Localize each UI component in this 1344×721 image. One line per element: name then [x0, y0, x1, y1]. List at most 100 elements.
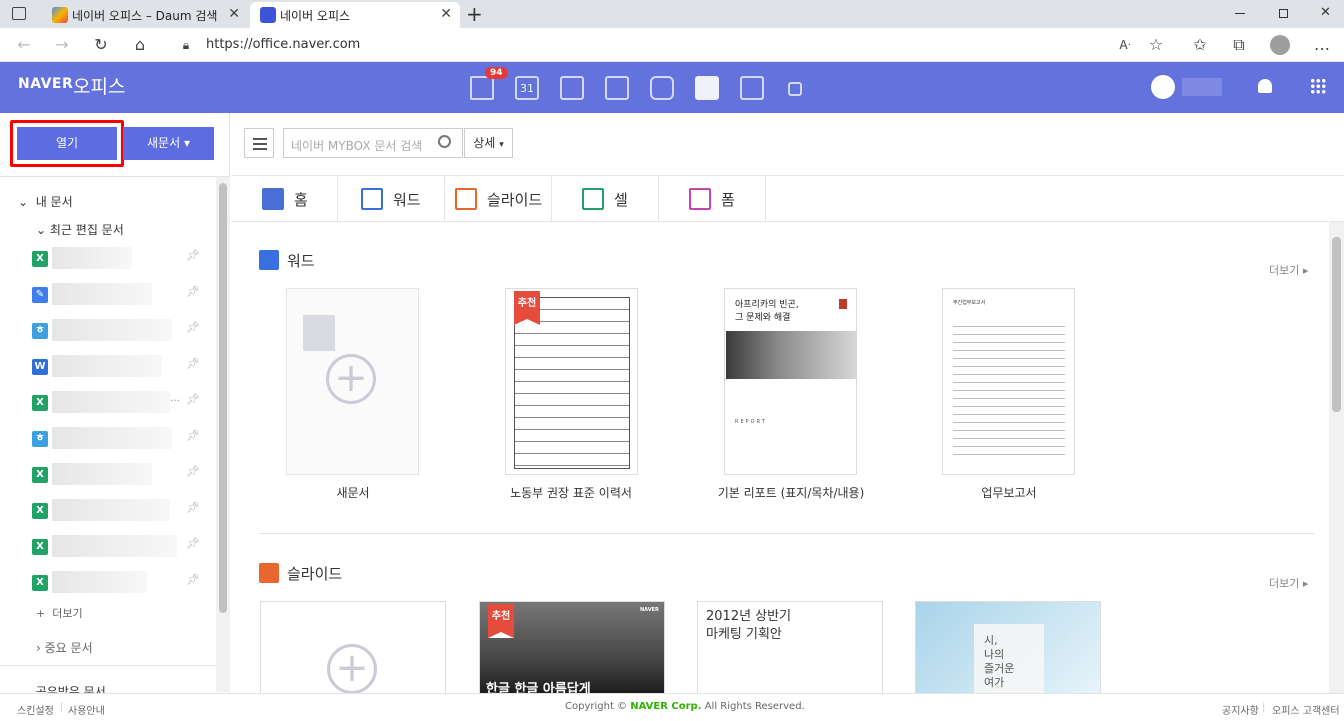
minimize-icon[interactable]: [1235, 13, 1245, 14]
template-card-resume[interactable]: 추천: [505, 288, 638, 475]
user-avatar[interactable]: [1151, 75, 1175, 99]
maximize-icon[interactable]: [1279, 9, 1288, 18]
forward-icon[interactable]: →: [50, 34, 74, 56]
tab-label: 폼: [721, 190, 735, 209]
template-card-new[interactable]: +: [286, 288, 419, 475]
tab-title: 네이버 오피스 – Daum 검색: [72, 8, 218, 23]
pin-icon[interactable]: 📌︎: [186, 249, 200, 262]
home-grid-icon: [262, 188, 284, 210]
template-card-business-report[interactable]: 주간업무보고서: [942, 288, 1075, 475]
contacts-icon[interactable]: [605, 76, 629, 100]
word-more-link[interactable]: 더보기 ▸: [1269, 262, 1308, 278]
naver-logo[interactable]: NAVER: [18, 76, 73, 92]
apps-grid-icon[interactable]: [1310, 78, 1326, 94]
pin-icon[interactable]: 📌︎: [186, 285, 200, 298]
read-aloud-icon[interactable]: Aᐧ: [1113, 34, 1137, 56]
recent-documents-toggle[interactable]: ⌄ 최근 편집 문서: [36, 221, 124, 238]
recent-file-row[interactable]: X 📌︎: [30, 497, 200, 525]
scrollbar-thumb[interactable]: [219, 183, 227, 613]
tab-actions-icon[interactable]: [12, 7, 26, 20]
pin-icon[interactable]: 📌︎: [186, 573, 200, 586]
slide-card-new[interactable]: +: [260, 601, 446, 693]
notification-bell-icon[interactable]: [1258, 79, 1272, 93]
recent-file-row[interactable]: X 📌︎: [30, 245, 200, 273]
list-icon[interactable]: [560, 76, 584, 100]
home-app-icon[interactable]: [740, 76, 764, 100]
favorites-icon[interactable]: ✩: [1188, 34, 1212, 56]
more-icon[interactable]: …: [1310, 34, 1334, 56]
pin-icon[interactable]: 📌︎: [186, 537, 200, 550]
form-icon[interactable]: [695, 76, 719, 100]
tab-cell[interactable]: 셀: [552, 176, 659, 222]
tab-form[interactable]: 폼: [659, 176, 766, 222]
more-label: 더보기: [1269, 577, 1300, 590]
new-tab-button[interactable]: +: [466, 2, 483, 26]
slide-card-hangul[interactable]: 추천 NAVER 한글 한글 아름답게: [479, 601, 665, 693]
search-input[interactable]: 네이버 MYBOX 문서 검색: [283, 128, 463, 158]
slide-more-link[interactable]: 더보기 ▸: [1269, 575, 1308, 591]
url-field[interactable]: https://office.naver.com: [206, 37, 360, 52]
more-files-link[interactable]: + 더보기: [36, 605, 83, 621]
browser-tab-daum[interactable]: 네이버 오피스 – Daum 검색 ✕: [42, 2, 248, 28]
pin-icon[interactable]: 📌︎: [186, 357, 200, 370]
pin-icon[interactable]: 📌︎: [186, 321, 200, 334]
calendar-icon[interactable]: 31: [515, 76, 539, 100]
mail-icon[interactable]: [470, 76, 494, 100]
important-documents-toggle[interactable]: › 중요 문서: [36, 639, 93, 656]
close-tab-icon[interactable]: ✕: [440, 6, 452, 22]
mail-count-badge: 94: [485, 67, 508, 79]
pin-icon[interactable]: 📌︎: [186, 429, 200, 442]
browser-tab-naver-office[interactable]: 네이버 오피스 ✕: [250, 2, 460, 28]
slide-card-marketing[interactable]: 2012년 상반기 마케팅 기획안: [697, 601, 883, 693]
pin-icon[interactable]: 📌︎: [186, 393, 200, 406]
close-window-icon[interactable]: ✕: [1320, 5, 1331, 20]
my-documents-toggle[interactable]: ⌄ 내 문서: [18, 193, 73, 210]
placeholder-photo: [303, 315, 335, 351]
collections-icon[interactable]: ⧉: [1227, 34, 1251, 56]
template-card-report[interactable]: 아프리카의 빈곤, 그 문제와 해결 REPORT: [724, 288, 857, 475]
tab-slide[interactable]: 슬라이드: [445, 176, 552, 222]
skin-settings-link[interactable]: 스킨설정: [17, 702, 54, 717]
detail-search-label: 상세: [473, 136, 496, 150]
close-tab-icon[interactable]: ✕: [228, 6, 240, 22]
box-icon[interactable]: [650, 76, 674, 100]
search-icon[interactable]: [438, 135, 451, 148]
favorite-add-icon[interactable]: ☆: [1144, 34, 1168, 56]
back-icon[interactable]: ←: [12, 34, 36, 56]
tab-home[interactable]: 홈: [231, 176, 338, 222]
tab-label: 슬라이드: [487, 190, 543, 209]
office-logo[interactable]: 오피스: [73, 72, 125, 99]
browser-tab-strip: 네이버 오피스 – Daum 검색 ✕ 네이버 오피스 ✕ + ✕: [0, 0, 1344, 28]
pin-icon[interactable]: 📌︎: [186, 501, 200, 514]
file-name-blurred: [52, 283, 152, 305]
support-center-link[interactable]: 오피스 고객센터: [1272, 702, 1340, 717]
recent-file-row[interactable]: ㅎ 📌︎: [30, 317, 200, 345]
tab-word[interactable]: 워드: [338, 176, 445, 222]
menu-toggle-button[interactable]: [244, 128, 274, 158]
pin-icon[interactable]: 📌︎: [186, 465, 200, 478]
recent-file-row[interactable]: ✎ 📌︎: [30, 281, 200, 309]
usage-guide-link[interactable]: 사용안내: [68, 702, 105, 717]
profile-avatar[interactable]: [1270, 35, 1290, 55]
recent-file-row[interactable]: ㅎ 📌︎: [30, 425, 200, 453]
slide-card-poem[interactable]: 시, 나의 즐거운 여가: [915, 601, 1101, 693]
slide-title: 2012년 상반기 마케팅 기획안: [706, 609, 792, 642]
lock-icon[interactable]: 🔒︎: [174, 34, 198, 56]
main-scrollbar[interactable]: [1329, 222, 1344, 693]
chevron-down-icon: ⌄: [36, 223, 47, 237]
new-document-button[interactable]: 새문서 ▾: [123, 127, 214, 160]
recent-file-row[interactable]: X 📌︎: [30, 533, 200, 561]
scrollbar-thumb[interactable]: [1332, 237, 1341, 412]
recent-file-row[interactable]: X 📌︎…: [30, 389, 200, 417]
reload-icon[interactable]: ↻: [89, 34, 113, 56]
notice-link[interactable]: 공지사항: [1222, 702, 1259, 717]
home-icon[interactable]: ⌂: [128, 34, 152, 56]
recent-file-row[interactable]: X 📌︎: [30, 569, 200, 597]
recent-file-row[interactable]: W 📌︎: [30, 353, 200, 381]
user-name-blurred[interactable]: [1182, 78, 1222, 96]
recent-file-row[interactable]: X 📌︎: [30, 461, 200, 489]
memo-icon[interactable]: [788, 82, 802, 96]
file-type-icon: ㅎ: [32, 431, 48, 447]
detail-search-dropdown[interactable]: 상세 ▾: [464, 128, 513, 158]
sidebar-scrollbar[interactable]: [216, 177, 230, 692]
